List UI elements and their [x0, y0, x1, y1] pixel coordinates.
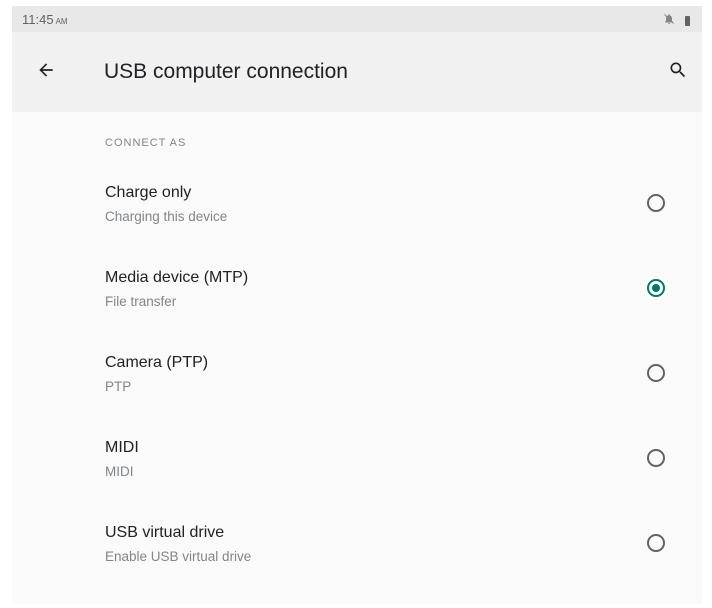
notifications-off-icon: [663, 12, 675, 30]
back-button[interactable]: [32, 58, 60, 86]
option-subtitle: File transfer: [105, 294, 177, 309]
screen: 11:45 AM USB computer connection CONNECT…: [12, 6, 702, 604]
search-icon: [668, 60, 688, 85]
option-media-device-mtp[interactable]: Media device (MTP) File transfer: [12, 255, 702, 340]
option-usb-virtual-drive[interactable]: USB virtual drive Enable USB virtual dri…: [12, 510, 702, 595]
option-title: Media device (MTP): [105, 269, 249, 286]
option-subtitle: MIDI: [105, 464, 134, 479]
status-icons: [663, 12, 690, 30]
option-midi[interactable]: MIDI MIDI: [12, 425, 702, 510]
status-time-ampm: AM: [55, 17, 68, 26]
app-bar: USB computer connection: [12, 32, 702, 112]
option-title: USB virtual drive: [105, 524, 225, 541]
section-header: CONNECT AS: [105, 137, 187, 149]
status-time-value: 11:45: [22, 12, 54, 27]
option-title: MIDI: [105, 439, 139, 456]
arrow-back-icon: [36, 60, 56, 85]
option-title: Charge only: [105, 184, 192, 201]
search-button[interactable]: [664, 58, 692, 86]
option-charge-only[interactable]: Charge only Charging this device: [12, 170, 702, 255]
battery-icon: [685, 16, 690, 26]
radio-button[interactable]: [647, 194, 665, 212]
status-time: 11:45 AM: [22, 12, 68, 27]
radio-button[interactable]: [647, 534, 665, 552]
option-subtitle: Charging this device: [105, 209, 228, 224]
radio-button[interactable]: [647, 449, 665, 467]
radio-button[interactable]: [647, 364, 665, 382]
option-subtitle: PTP: [105, 379, 132, 394]
option-list: Charge only Charging this device Media d…: [12, 170, 702, 595]
option-camera-ptp[interactable]: Camera (PTP) PTP: [12, 340, 702, 425]
option-subtitle: Enable USB virtual drive: [105, 549, 252, 564]
radio-button-selected[interactable]: [647, 279, 665, 297]
status-bar: 11:45 AM: [12, 6, 702, 32]
page-title: USB computer connection: [104, 60, 348, 83]
option-title: Camera (PTP): [105, 354, 209, 371]
